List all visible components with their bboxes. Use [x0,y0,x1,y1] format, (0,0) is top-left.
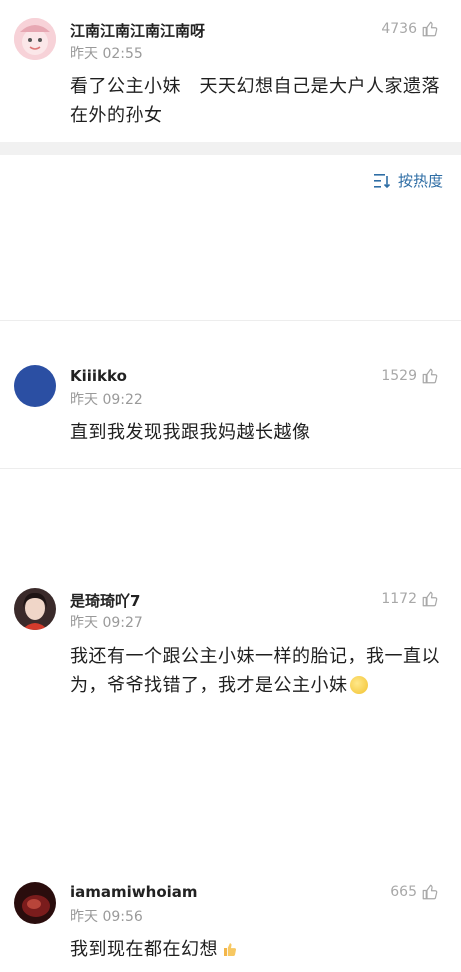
timestamp: 昨天 09:22 [70,392,143,408]
timestamp: 昨天 09:56 [70,909,143,925]
like-count: 1172 [381,591,417,607]
username[interactable]: 江南江南江南江南呀 [70,20,205,41]
avatar[interactable] [14,882,56,924]
thumbs-up-icon [421,883,439,901]
thumbs-up-icon [421,590,439,608]
username[interactable]: Kiiikko [70,367,127,385]
comment-item[interactable]: 江南江南江南江南呀 昨天 02:55 4736 看了公主小妹 天天幻想自己是大户… [0,0,461,142]
sort-label: 按热度 [397,172,443,190]
comment-item[interactable]: 是琦琦吖7 昨天 09:27 1172 我还有一个跟公主小妹一样的胎记，我一直以… [0,570,461,718]
comment-text-wrapper: 我到现在都在幻想 [70,935,440,964]
like-button[interactable]: 4736 [381,20,439,38]
section-divider [0,142,461,155]
like-count: 665 [390,884,417,900]
sort-button[interactable]: 按热度 [373,170,443,191]
comment-separator [0,468,461,469]
comment-item[interactable]: iamamiwhoiam 昨天 09:56 665 我到现在都在幻想 [0,866,461,972]
username[interactable]: iamamiwhoiam [70,883,198,901]
like-count: 1529 [381,368,417,384]
comment-text: 直到我发现我跟我妈越长越像 [70,422,311,443]
sort-icon [373,173,391,188]
timestamp: 昨天 02:55 [70,46,143,62]
comment-text: 看了公主小妹 天天幻想自己是大户人家遗落在外的孙女 [70,76,440,126]
like-count: 4736 [381,21,417,37]
avatar[interactable] [14,18,56,60]
comment-item[interactable]: Kiiikko 昨天 09:22 1529 直到我发现我跟我妈越长越像 [0,347,461,455]
sleepy-face-emoji-icon [349,676,368,694]
avatar[interactable] [14,365,56,407]
like-button[interactable]: 665 [390,883,439,901]
comment-text-wrapper: 我还有一个跟公主小妹一样的胎记，我一直以为，爷爷找错了，我才是公主小妹 [70,642,440,700]
thumbs-up-icon [421,20,439,38]
timestamp: 昨天 09:27 [70,615,143,631]
thumbs-up-emoji-icon [224,943,237,956]
username[interactable]: 是琦琦吖7 [70,590,140,611]
comment-text: 我到现在都在幻想 [70,939,218,960]
avatar[interactable] [14,588,56,630]
comment-text: 我还有一个跟公主小妹一样的胎记，我一直以为，爷爷找错了，我才是公主小妹 [70,646,440,696]
comment-separator [0,320,461,321]
like-button[interactable]: 1172 [381,590,439,608]
thumbs-up-icon [421,367,439,385]
like-button[interactable]: 1529 [381,367,439,385]
